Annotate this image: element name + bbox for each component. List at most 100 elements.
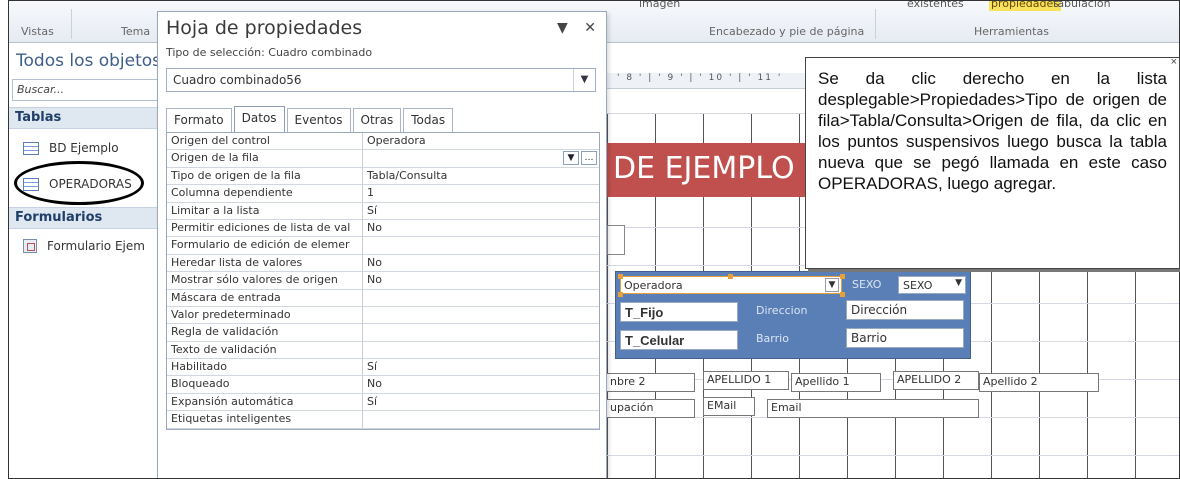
property-value[interactable]: ▼… <box>363 150 599 166</box>
barrio-field[interactable]: Barrio <box>846 328 964 348</box>
property-value[interactable]: Operadora <box>363 133 599 149</box>
ribbon-group-herramientas: Herramientas <box>974 25 1049 38</box>
property-row[interactable]: Limitar a la lista Sí <box>167 202 599 220</box>
property-row[interactable]: Origen del control Operadora <box>167 133 599 151</box>
property-row[interactable]: Permitir ediciones de lista de val No <box>167 219 599 238</box>
chevron-down-icon[interactable]: ▼ <box>563 151 579 166</box>
nav-title[interactable]: Todos los objetos <box>16 51 161 71</box>
ribbon-group-encabezado: Encabezado y pie de página <box>709 25 865 38</box>
t-fijo-field[interactable]: T_Fijo <box>620 302 738 322</box>
sexo-label[interactable]: SEXO <box>852 278 881 291</box>
nav-section-formularios[interactable]: Formularios <box>9 207 169 229</box>
property-row[interactable]: Tipo de origen de la fila Tabla/Consulta <box>167 167 599 186</box>
t-celular-field[interactable]: T_Celular <box>620 330 738 350</box>
property-value[interactable] <box>363 237 599 253</box>
property-value[interactable]: No <box>363 255 599 271</box>
property-value[interactable]: No <box>363 272 599 288</box>
property-row[interactable]: Valor predeterminado <box>167 306 599 325</box>
contact-panel: Operadora ▼ SEXO SEXO ▼ T_Fijo Direccion… <box>615 271 971 359</box>
instruction-text: Se da clic derecho en la lista desplegab… <box>818 69 1167 193</box>
property-row[interactable]: Habilitado Sí <box>167 359 599 377</box>
navigation-pane: Todos los objetos Buscar... Tablas BD Ej… <box>9 43 169 478</box>
property-key: Permitir ediciones de lista de val <box>167 219 363 237</box>
property-value[interactable]: Sí <box>363 203 599 219</box>
property-value[interactable] <box>363 290 599 306</box>
apellido1-label[interactable]: APELLIDO 1 <box>703 371 789 390</box>
apellido2-field[interactable]: Apellido 2 <box>979 373 1099 392</box>
form-header-banner[interactable]: DE EJEMPLO <box>607 143 817 197</box>
tab-formato[interactable]: Formato <box>166 108 232 132</box>
ribbon-separator <box>71 9 72 39</box>
nav-item-bd-ejemplo[interactable]: BD Ejemplo <box>23 141 119 155</box>
property-value[interactable] <box>363 324 599 340</box>
table-icon <box>23 141 39 155</box>
property-value[interactable]: Sí <box>363 359 599 375</box>
property-key: Etiquetas inteligentes <box>167 411 363 428</box>
control-selector-combo[interactable]: Cuadro combinado56 ▼ <box>166 68 596 92</box>
email-field[interactable]: Email <box>767 399 979 418</box>
property-row[interactable]: Formulario de edición de elemer <box>167 237 599 255</box>
nav-item-formulario[interactable]: Formulario Ejem <box>23 239 145 253</box>
property-value[interactable]: 1 <box>363 185 599 201</box>
property-row[interactable]: Mostrar sólo valores de origen No <box>167 272 599 290</box>
email-label[interactable]: EMail <box>703 397 755 416</box>
tab-datos[interactable]: Datos <box>233 106 285 132</box>
property-key: Tipo de origen de la fila <box>167 167 363 185</box>
nav-section-tablas[interactable]: Tablas <box>9 107 169 129</box>
property-tabs: Formato Datos Eventos Otras Todas <box>166 106 455 132</box>
direccion-field[interactable]: Dirección <box>846 300 964 320</box>
property-value[interactable] <box>363 307 599 323</box>
ribbon-imagen-label[interactable]: imagen <box>639 1 680 10</box>
ribbon-tabulacion-label[interactable]: tabulación <box>1053 1 1111 10</box>
property-key: Regla de validación <box>167 324 363 341</box>
property-sheet: Hoja de propiedades ▼ ✕ Tipo de selecció… <box>157 11 607 478</box>
property-key: Habilitado <box>167 359 363 376</box>
property-row[interactable]: Texto de validación <box>167 341 599 360</box>
resize-handle[interactable] <box>618 292 623 297</box>
property-row[interactable]: Máscara de entrada <box>167 289 599 307</box>
tab-todas[interactable]: Todas <box>403 108 454 132</box>
resize-handle[interactable] <box>840 274 845 279</box>
close-icon[interactable]: × <box>1171 52 1177 73</box>
property-row[interactable]: Bloqueado No <box>167 376 599 394</box>
property-key: Valor predeterminado <box>167 306 363 324</box>
property-row[interactable]: Heredar lista de valores No <box>167 254 599 273</box>
sexo-combo[interactable]: SEXO ▼ <box>898 276 966 294</box>
property-row[interactable]: Origen de la fila ▼… <box>167 150 599 168</box>
ribbon-propiedades-button[interactable]: propiedades <box>989 1 1062 11</box>
sexo-value: SEXO <box>903 279 933 292</box>
property-row[interactable]: Regla de validación <box>167 324 599 342</box>
property-value[interactable]: No <box>363 376 599 392</box>
property-row[interactable]: Expansión automática Sí <box>167 393 599 412</box>
property-value[interactable]: No <box>363 220 599 236</box>
property-value[interactable] <box>363 342 599 358</box>
nav-item-label: Formulario Ejem <box>47 239 145 253</box>
ellipsis-button[interactable]: … <box>581 151 597 166</box>
ocupacion-field[interactable]: upación <box>607 399 695 418</box>
nombre2-field[interactable]: nbre 2 <box>607 373 695 392</box>
nav-search-input[interactable]: Buscar... <box>12 79 168 101</box>
property-value[interactable] <box>363 411 599 427</box>
tab-otras[interactable]: Otras <box>352 108 402 132</box>
selection-type-label: Tipo de selección: Cuadro combinado <box>166 46 373 59</box>
resize-handle[interactable] <box>840 292 845 297</box>
ribbon-separator <box>875 9 876 39</box>
property-value[interactable]: Tabla/Consulta <box>363 168 599 184</box>
control-selector-value: Cuadro combinado56 <box>173 73 302 87</box>
ribbon-existentes-label[interactable]: existentes <box>907 1 964 10</box>
form-control-box[interactable] <box>607 225 625 255</box>
apellido1-field[interactable]: Apellido 1 <box>791 373 881 392</box>
barrio-label[interactable]: Barrio <box>756 332 789 345</box>
chevron-down-icon[interactable]: ▼ <box>825 278 839 292</box>
property-row[interactable]: Etiquetas inteligentes <box>167 411 599 429</box>
direccion-label[interactable]: Direccion <box>756 304 807 317</box>
apellido2-label[interactable]: APELLIDO 2 <box>893 371 979 390</box>
resize-handle[interactable] <box>728 274 733 279</box>
property-row[interactable]: Columna dependiente 1 <box>167 185 599 203</box>
close-icon[interactable]: ✕ <box>584 20 596 36</box>
property-value[interactable]: Sí <box>363 394 599 410</box>
resize-handle[interactable] <box>618 274 623 279</box>
tab-eventos[interactable]: Eventos <box>286 108 351 132</box>
dropdown-arrow-icon[interactable]: ▼ <box>557 20 568 36</box>
chevron-down-icon[interactable]: ▼ <box>573 69 595 91</box>
